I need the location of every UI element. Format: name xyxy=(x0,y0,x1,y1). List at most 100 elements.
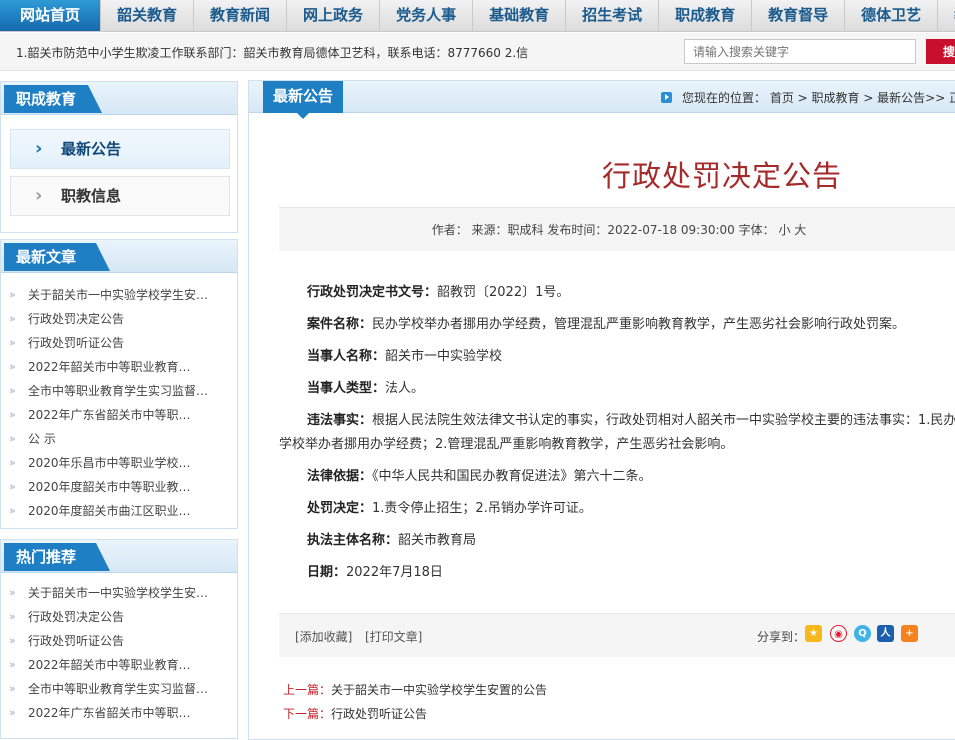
article-link-text: 2020年乐昌市中等职业学校… xyxy=(28,456,191,470)
article-link[interactable]: » 2020年度韶关市中等职业教… xyxy=(9,475,208,499)
article-link-text: 2020年度韶关市曲江区职业… xyxy=(28,504,191,518)
breadcrumb: 您现在的位置： 首页 > 职成教育 > 最新公告>> 正文 xyxy=(661,89,955,106)
sidebar-item-vocational-info[interactable]: › 职教信息 xyxy=(10,176,230,216)
notice-bar: 1.韶关市防范中小学生欺凌工作联系部门：韶关市教育局德体卫艺科，联系电话：877… xyxy=(0,33,955,71)
location-play-icon xyxy=(661,92,672,103)
article-link-text: 2022年广东省韶关市中等职… xyxy=(28,408,191,422)
article-panel-header: 最新公告 您现在的位置： 首页 > 职成教育 > 最新公告>> 正文 xyxy=(249,81,955,119)
article-link-text: 2022年广东省韶关市中等职… xyxy=(28,706,191,720)
nav-item[interactable]: 教研之窗 xyxy=(938,0,955,31)
double-arrow-icon: » xyxy=(9,586,16,599)
qzone-icon[interactable]: ★ xyxy=(805,625,822,642)
paragraph-text: 韶关市一中实验学校 xyxy=(385,349,503,364)
article-link[interactable]: » 2022年韶关市中等职业教育… xyxy=(9,355,208,379)
nav-item[interactable]: 招生考试 xyxy=(566,0,660,31)
article-link-text: 2022年韶关市中等职业教育… xyxy=(28,658,191,672)
paragraph-text: 1.责令停止招生；2.吊销办学许可证。 xyxy=(372,501,592,516)
article-link[interactable]: » 全市中等职业教育学生实习监督… xyxy=(9,379,208,403)
weibo-icon[interactable]: ◉ xyxy=(830,625,847,642)
nav-item[interactable]: 教育新闻 xyxy=(194,0,288,31)
paragraph-label: 处罚决定： xyxy=(307,501,373,516)
next-article[interactable]: 下一篇：行政处罚听证公告 xyxy=(283,702,547,726)
nav-item[interactable]: 教育督导 xyxy=(752,0,846,31)
paragraph-label: 当事人类型： xyxy=(307,381,386,396)
chevron-right-icon: › xyxy=(35,138,43,159)
nav-item[interactable]: 基础教育 xyxy=(473,0,567,31)
prev-article[interactable]: 上一篇：关于韶关市一中实验学校学生安置的公告 xyxy=(283,678,547,702)
search-button[interactable]: 搜 xyxy=(926,39,955,64)
article-meta: 作者： 来源：职成科 发布时间：2022-07-18 09:30:00 字体： … xyxy=(279,207,955,251)
latest-articles-list: » 关于韶关市一中实验学校学生安… » 行政处罚决定公告 » 行政处罚听证公告 » 2022年… xyxy=(9,283,208,523)
double-arrow-icon: » xyxy=(9,658,16,671)
article-paragraph: 违法事实：根据人民法院生效法律文书认定的事实，行政处罚相对人韶关市一中实验学校主… xyxy=(279,409,955,457)
article-link[interactable]: » 行政处罚听证公告 xyxy=(9,629,208,653)
paragraph-label: 当事人名称： xyxy=(307,349,386,364)
article-link[interactable]: » 关于韶关市一中实验学校学生安… xyxy=(9,283,208,307)
nav-item[interactable]: 党务人事 xyxy=(380,0,474,31)
article-link-text: 全市中等职业教育学生实习监督… xyxy=(28,682,209,696)
article-paragraph: 法律依据：《中华人民共和国民办教育促进法》第六十二条。 xyxy=(279,465,955,489)
tencent-weibo-icon[interactable]: Q xyxy=(854,625,871,642)
search-input[interactable] xyxy=(684,39,916,64)
double-arrow-icon: » xyxy=(9,408,16,421)
article-link[interactable]: » 行政处罚决定公告 xyxy=(9,307,208,331)
nav-item[interactable]: 韶关教育 xyxy=(101,0,195,31)
article-link[interactable]: » 全市中等职业教育学生实习监督… xyxy=(9,677,208,701)
hot-articles-list: » 关于韶关市一中实验学校学生安… » 行政处罚决定公告 » 行政处罚听证公告 » 2022年… xyxy=(9,581,208,725)
nav-item[interactable]: 职成教育 xyxy=(659,0,753,31)
sidebar-item-latest-notice[interactable]: › 最新公告 xyxy=(10,129,230,169)
article-link-text: 2022年韶关市中等职业教育… xyxy=(28,360,191,374)
share-label: 分享到： xyxy=(757,630,806,644)
hot-articles-title: 热门推荐 xyxy=(4,543,110,571)
more-share-icon[interactable]: + xyxy=(901,625,918,642)
print-article-link[interactable]: [打印文章] xyxy=(365,628,422,645)
double-arrow-icon: » xyxy=(9,312,16,325)
nav-item[interactable]: 网上政务 xyxy=(287,0,381,31)
article-paragraph: 当事人名称：韶关市一中实验学校 xyxy=(279,345,955,369)
double-arrow-icon: » xyxy=(9,360,16,373)
paragraph-label: 日期： xyxy=(307,565,347,580)
article-link[interactable]: » 关于韶关市一中实验学校学生安… xyxy=(9,581,208,605)
next-article-title[interactable]: 行政处罚听证公告 xyxy=(331,707,427,721)
notice-marquee: 1.韶关市防范中小学生欺凌工作联系部门：韶关市教育局德体卫艺科，联系电话：877… xyxy=(16,46,529,60)
article-link[interactable]: » 2022年广东省韶关市中等职… xyxy=(9,403,208,427)
article-panel-tab: 最新公告 xyxy=(263,81,344,119)
add-favorite-link[interactable]: [添加收藏] xyxy=(295,628,352,645)
article-link-text: 行政处罚听证公告 xyxy=(28,634,125,648)
paragraph-text: 韶教罚〔2022〕1号。 xyxy=(437,285,570,300)
hot-articles-header: 热门推荐 xyxy=(1,540,237,573)
double-arrow-icon: » xyxy=(9,610,16,623)
paragraph-text: 2022年7月18日 xyxy=(346,565,443,580)
paragraph-label: 违法事实： xyxy=(307,413,373,428)
double-arrow-icon: » xyxy=(9,634,16,647)
article-link[interactable]: » 2020年乐昌市中等职业学校… xyxy=(9,451,208,475)
article-link[interactable]: » 行政处罚听证公告 xyxy=(9,331,208,355)
paragraph-label: 案件名称： xyxy=(307,317,373,332)
article-link[interactable]: » 2022年广东省韶关市中等职… xyxy=(9,701,208,725)
article-link[interactable]: » 公 示 xyxy=(9,427,208,451)
article-link-text: 行政处罚听证公告 xyxy=(28,336,125,350)
double-arrow-icon: » xyxy=(9,504,16,517)
article-body: 行政处罚决定书文号：韶教罚〔2022〕1号。 案件名称：民办学校举办者挪用办学经费… xyxy=(279,281,955,593)
nav-item[interactable]: 网站首页 xyxy=(0,0,102,31)
prev-article-title[interactable]: 关于韶关市一中实验学校学生安置的公告 xyxy=(331,683,547,697)
article-link-text: 全市中等职业教育学生实习监督… xyxy=(28,384,209,398)
sidebar-category-box: 职成教育 › 最新公告 › 职教信息 xyxy=(0,81,238,233)
latest-articles-title: 最新文章 xyxy=(4,243,110,271)
renren-icon[interactable]: 人 xyxy=(877,625,894,642)
article-link[interactable]: » 行政处罚决定公告 xyxy=(9,605,208,629)
article-paragraph: 日期：2022年7月18日 xyxy=(279,561,955,585)
paragraph-text: 根据人民法院生效法律文书认定的事实，行政处罚相对人韶关市一中实验学校主要的违法事… xyxy=(279,413,955,452)
hot-articles-box: 热门推荐 » 关于韶关市一中实验学校学生安…» 行政处罚决定公告» 行政处罚听证公告»… xyxy=(0,539,238,739)
article-title: 行政处罚决定公告 xyxy=(601,159,842,193)
double-arrow-icon: » xyxy=(9,480,16,493)
nav-item[interactable]: 德体卫艺 xyxy=(845,0,939,31)
paragraph-label: 执法主体名称： xyxy=(307,533,399,548)
article-paragraph: 当事人类型：法人。 xyxy=(279,377,955,401)
article-link[interactable]: » 2020年度韶关市曲江区职业… xyxy=(9,499,208,523)
article-link[interactable]: » 2022年韶关市中等职业教育… xyxy=(9,653,208,677)
article-link-text: 关于韶关市一中实验学校学生安… xyxy=(28,586,209,600)
article-link-text: 行政处罚决定公告 xyxy=(28,312,125,326)
latest-articles-box: 最新文章 » 关于韶关市一中实验学校学生安…» 行政处罚决定公告» 行政处罚听证公告»… xyxy=(0,239,238,529)
article-tools: [添加收藏] [打印文章] 分享到： ★ ◉ Q 人 + xyxy=(279,613,955,657)
